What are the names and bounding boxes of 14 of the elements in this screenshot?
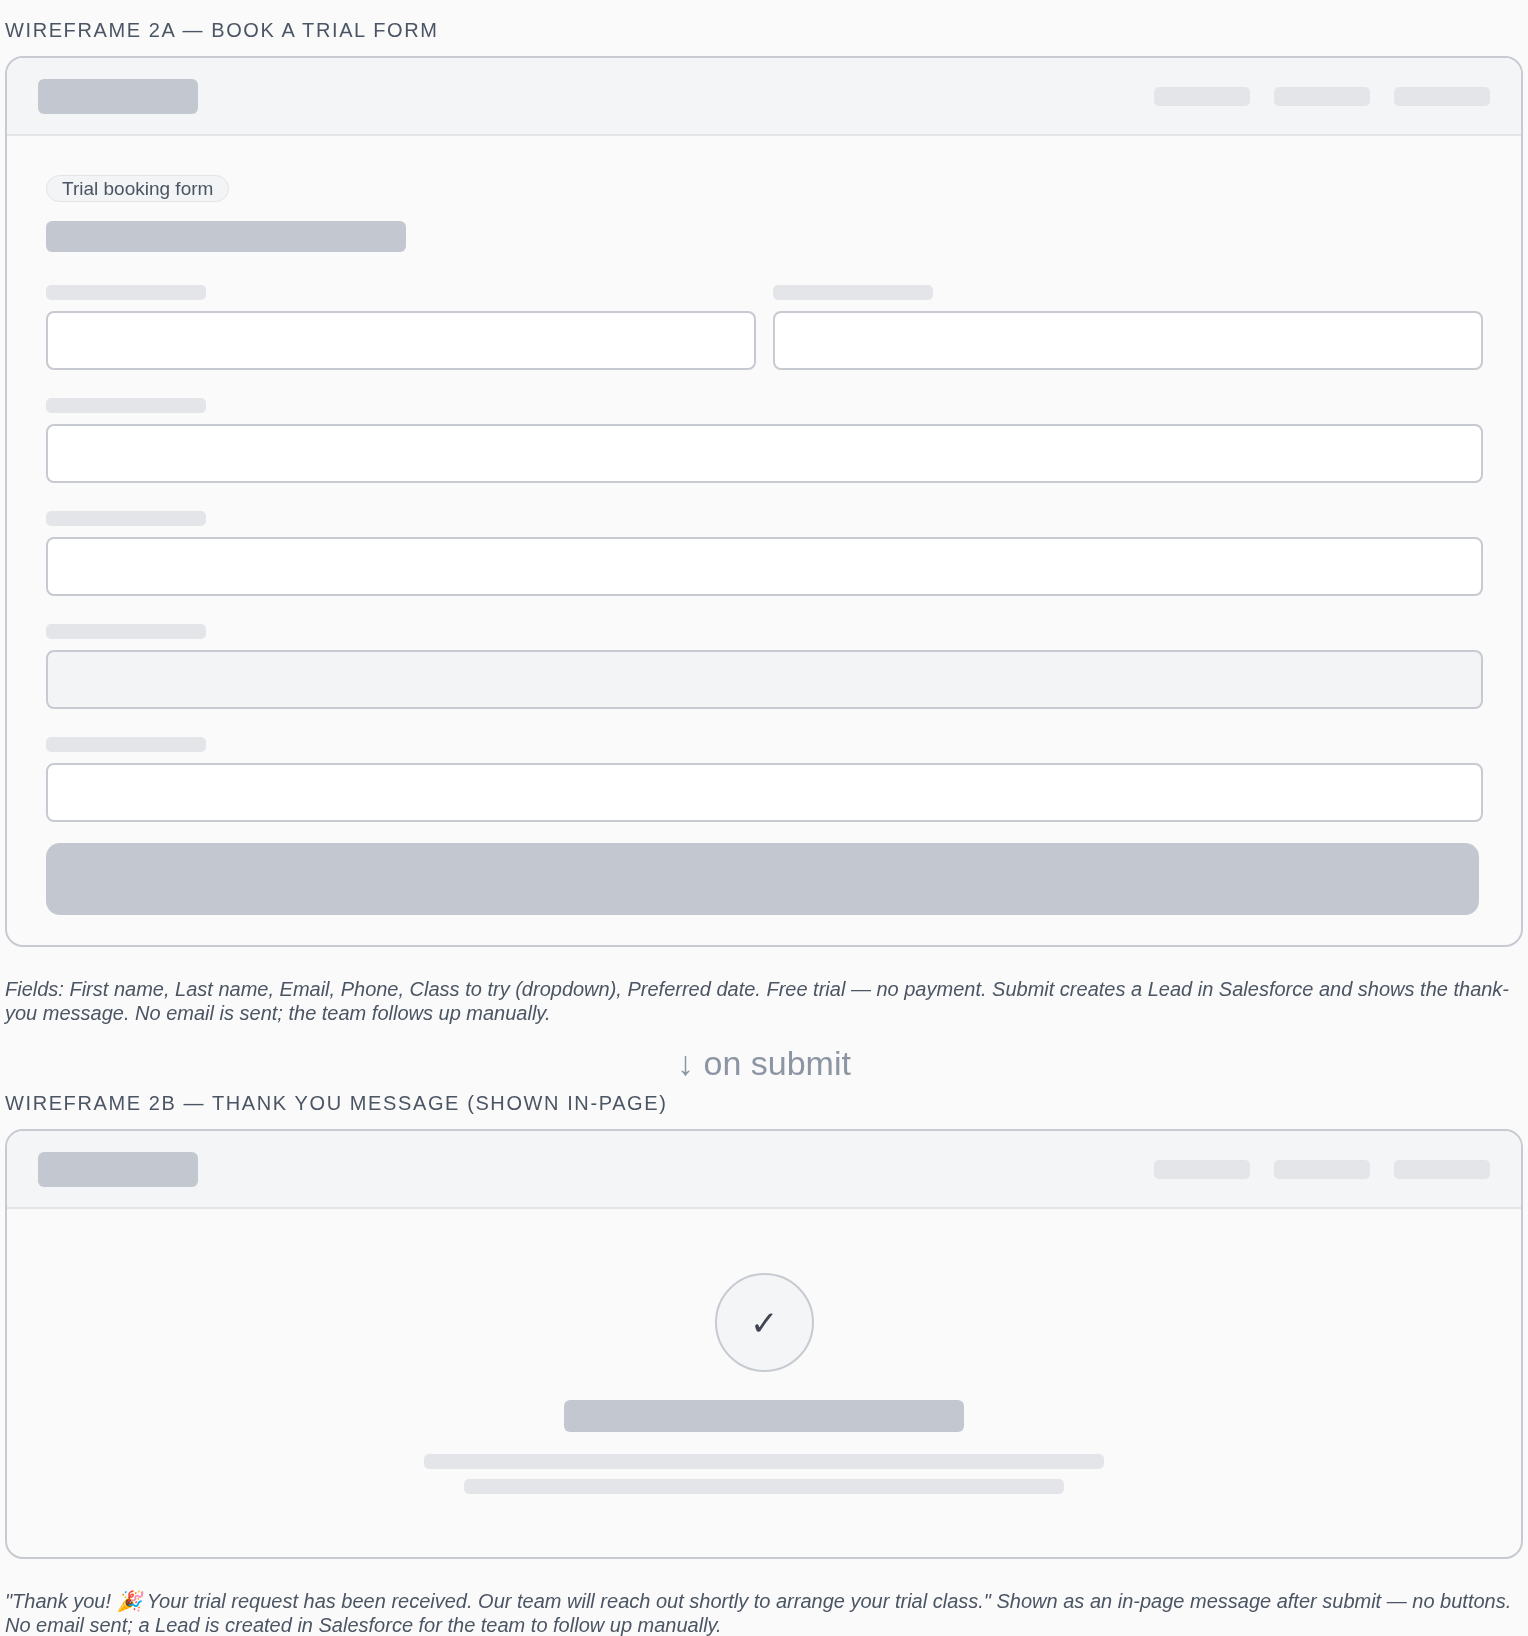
- flow-label: ↓ on submit: [677, 1043, 851, 1083]
- input-field[interactable]: [46, 763, 1483, 822]
- input-field[interactable]: [46, 537, 1483, 596]
- caption: "Thank you! 🎉 Your trial request has been received. Our team will reach out shortly to arrange your trial class." Shown as an in-page message after submit — no buttons. No email sent; a Lead is created in Salesforce for the team to follow up manually.: [5, 1589, 1513, 1636]
- section-title: WIREFRAME 2B — THANK YOU MESSAGE (SHOWN IN-PAGE): [5, 1091, 668, 1115]
- section-title: WIREFRAME 2A — BOOK A TRIAL FORM: [5, 18, 439, 42]
- dropdown-field[interactable]: [46, 650, 1483, 709]
- check-icon: ✓: [714, 1273, 814, 1372]
- input-field[interactable]: [46, 311, 756, 370]
- form-tag: Trial booking form: [46, 175, 230, 202]
- input-field[interactable]: [773, 311, 1483, 370]
- input-field[interactable]: [46, 424, 1483, 483]
- caption: Fields: First name, Last name, Email, Phone, Class to try (dropdown), Preferred date. Free trial — no payment. Submit creates a Lead in Salesforce and shows the thank-you message. No email is sent; the team follows up manually.: [5, 977, 1511, 1025]
- submit-button[interactable]: [46, 843, 1479, 915]
